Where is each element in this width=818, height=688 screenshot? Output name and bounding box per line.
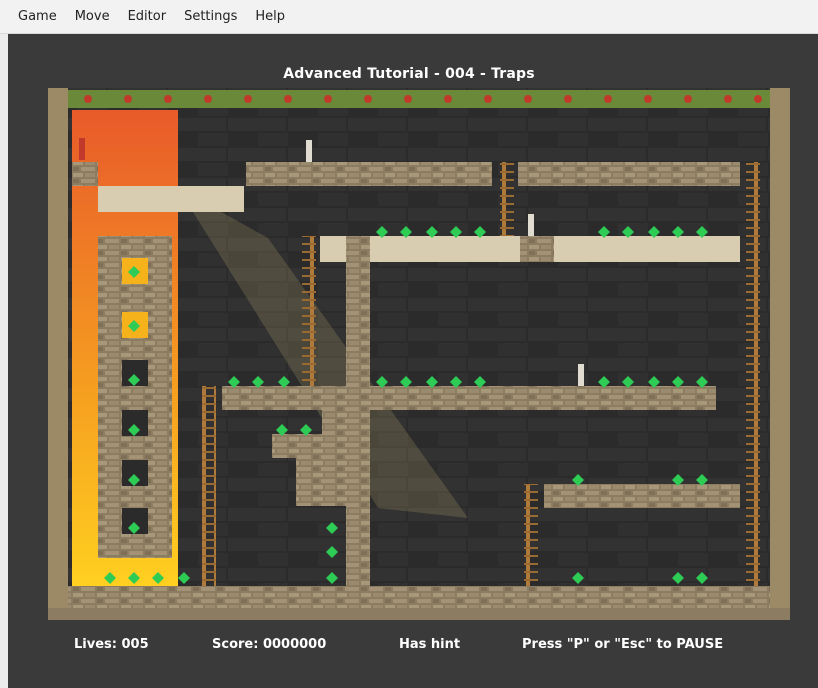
score-counter: Score: 0000000: [212, 637, 327, 652]
platform-top-right: [518, 162, 740, 186]
platform-start-ledge: [72, 162, 98, 186]
platform-middle: [222, 386, 716, 410]
menu-bar: Game Move Editor Settings Help: [0, 0, 818, 34]
step-1: [272, 434, 346, 458]
game-board[interactable]: [48, 88, 790, 620]
player-character: [79, 138, 85, 160]
platform-lower-right: [544, 484, 740, 508]
ladder-2: [302, 236, 316, 386]
trap-row-left: [98, 186, 244, 212]
right-pillar: [770, 88, 790, 620]
ladder-1: [500, 162, 514, 236]
floor: [68, 586, 770, 608]
top-border: [68, 90, 770, 108]
floor-bottom-border: [48, 608, 790, 620]
mummy-2: [528, 214, 534, 236]
hint-indicator: Has hint: [399, 637, 461, 652]
central-column: [346, 236, 370, 586]
lives-counter: Lives: 005: [74, 637, 149, 652]
trap-row-mid-bricks: [520, 236, 554, 262]
menu-settings[interactable]: Settings: [175, 0, 246, 33]
step-4: [322, 410, 346, 434]
platform-top-left: [246, 162, 492, 186]
mummy-3: [578, 364, 584, 386]
step-3: [296, 482, 370, 506]
ladder-3: [202, 386, 216, 586]
status-bar: Lives: 005 Score: 0000000 Has hint Press…: [0, 637, 818, 657]
ladder-5: [746, 162, 760, 586]
menu-help[interactable]: Help: [246, 0, 294, 33]
pause-hint: Press "P" or "Esc" to PAUSE: [522, 637, 724, 652]
menu-move[interactable]: Move: [66, 0, 119, 33]
ladder-4: [524, 484, 538, 586]
mummy-1: [306, 140, 312, 162]
menu-game[interactable]: Game: [0, 0, 66, 33]
step-2: [296, 458, 346, 482]
left-pillar: [48, 88, 68, 620]
level-title: Advanced Tutorial - 004 - Traps: [283, 66, 535, 82]
menu-editor[interactable]: Editor: [119, 0, 175, 33]
